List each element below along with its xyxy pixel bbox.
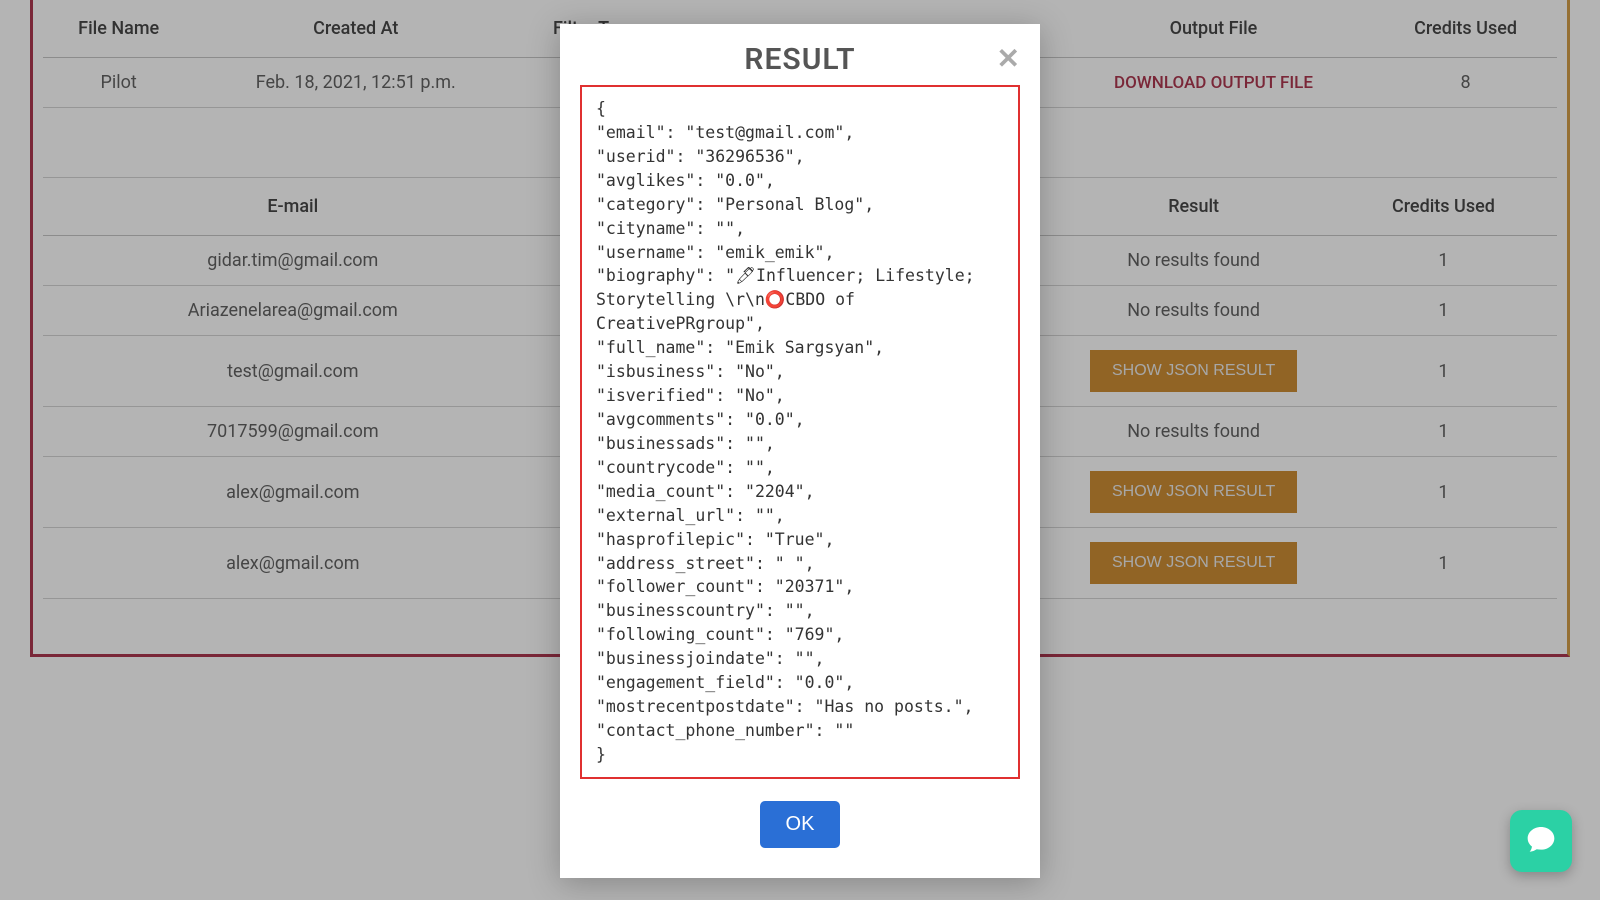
chat-icon bbox=[1525, 823, 1557, 859]
chat-fab[interactable] bbox=[1510, 810, 1572, 872]
close-icon[interactable]: ✕ bbox=[997, 42, 1020, 75]
modal-title: RESULT bbox=[580, 42, 1020, 77]
ok-button[interactable]: OK bbox=[760, 801, 841, 848]
json-result-box: { "email": "test@gmail.com", "userid": "… bbox=[580, 85, 1020, 779]
modal-overlay[interactable]: ✕ RESULT { "email": "test@gmail.com", "u… bbox=[0, 0, 1600, 900]
result-modal: ✕ RESULT { "email": "test@gmail.com", "u… bbox=[560, 24, 1040, 878]
